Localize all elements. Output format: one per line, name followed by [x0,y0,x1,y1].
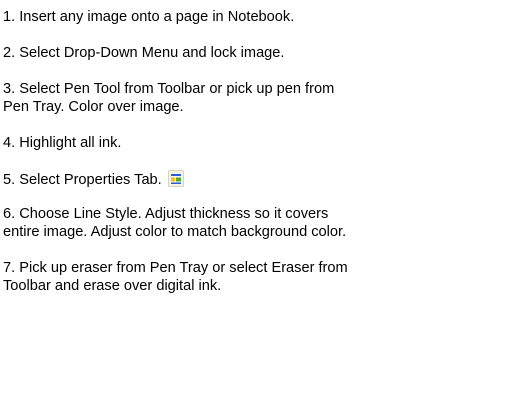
step-3: 3. Select Pen Tool from Toolbar or pick … [3,80,525,116]
step-7: 7. Pick up eraser from Pen Tray or selec… [3,259,525,295]
step-text: 5. Select Properties Tab. [3,172,162,188]
step-4: 4. Highlight all ink. [3,134,525,152]
step-6: 6. Choose Line Style. Adjust thickness s… [3,205,525,241]
step-2: 2. Select Drop-Down Menu and lock image. [3,44,525,62]
step-text: 4. Highlight all ink. [3,135,122,151]
step-5: 5. Select Properties Tab. [3,170,525,189]
step-text-continued: entire image. Adjust color to match back… [3,224,347,240]
step-text: 1. Insert any image onto a page in Noteb… [3,9,295,25]
step-text: 2. Select Drop-Down Menu and lock image. [3,45,285,61]
instruction-list: 1. Insert any image onto a page in Noteb… [3,8,525,313]
step-text: 7. Pick up eraser from Pen Tray or selec… [3,260,348,276]
step-text: 3. Select Pen Tool from Toolbar or pick … [3,81,335,97]
step-text-continued: Toolbar and erase over digital ink. [3,278,222,294]
step-text: 6. Choose Line Style. Adjust thickness s… [3,206,329,222]
properties-tab-icon [167,170,184,187]
step-1: 1. Insert any image onto a page in Noteb… [3,8,525,26]
step-text-continued: Pen Tray. Color over image. [3,99,184,115]
